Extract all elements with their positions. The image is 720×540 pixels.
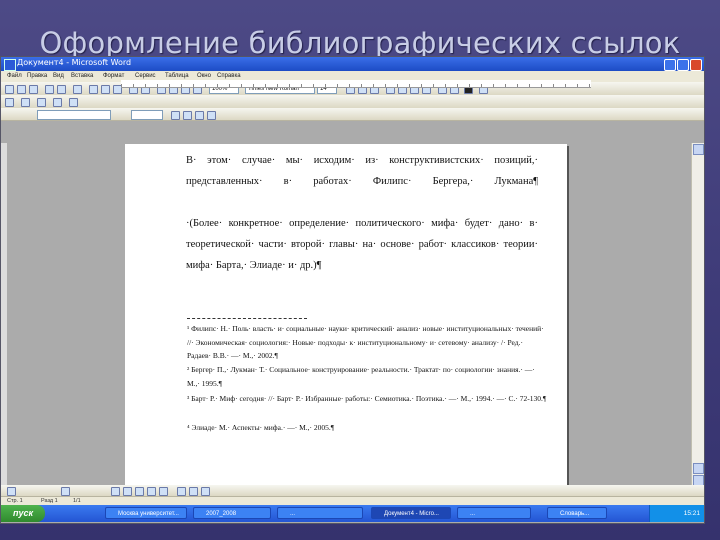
formatting-toolbar	[1, 95, 704, 109]
oval-icon[interactable]	[147, 487, 156, 496]
menu-help[interactable]: Справка	[217, 73, 241, 79]
cut-icon[interactable]	[89, 85, 98, 94]
line-color-icon[interactable]	[189, 487, 198, 496]
menu-tools[interactable]: Сервис	[135, 73, 156, 79]
comment-icon[interactable]	[207, 111, 216, 120]
task-word[interactable]: Документ4 - Micro...	[371, 507, 451, 519]
title-bar: Документ4 - Microsoft Word	[1, 57, 704, 71]
word-app-icon	[4, 59, 16, 71]
task-dictionary[interactable]: Словарь...	[547, 507, 607, 519]
slide-title: Оформление библиографических ссылок	[39, 26, 681, 60]
taskbar: пуск Москва университет... 2007_2008 ...…	[1, 505, 704, 522]
menu-insert[interactable]: Вставка	[71, 73, 93, 79]
menu-window[interactable]: Окно	[197, 73, 211, 79]
drawing-toolbar	[1, 485, 704, 496]
spelling-icon[interactable]	[73, 85, 82, 94]
review-zoom-combo[interactable]	[131, 110, 163, 120]
document-page[interactable]: В· этом· случае· мы· исходим· из· констр…	[125, 144, 567, 518]
task-folder[interactable]: 2007_2008	[193, 507, 271, 519]
vertical-ruler	[1, 143, 7, 513]
copy-icon[interactable]	[101, 85, 110, 94]
start-button[interactable]: пуск	[1, 505, 45, 522]
menu-format[interactable]: Формат	[103, 73, 124, 79]
system-tray-clock: 15:21	[649, 505, 704, 522]
line-icon[interactable]	[111, 487, 120, 496]
window-title: Документ4 - Microsoft Word	[17, 58, 132, 67]
status-pages: 1/1	[73, 498, 81, 504]
footnote-2: ² Бергер· П.,· Лукман· Т.· Социальное· к…	[187, 365, 535, 388]
arrow-icon[interactable]	[123, 487, 132, 496]
paragraph-1: В· этом· случае· мы· исходим· из· констр…	[186, 155, 538, 187]
scroll-down-icon[interactable]	[693, 463, 704, 474]
open-icon[interactable]	[17, 85, 26, 94]
draw-menu-icon[interactable]	[7, 487, 16, 496]
menu-table[interactable]: Таблица	[165, 73, 189, 79]
task-browser[interactable]: Москва университет...	[105, 507, 187, 519]
print-icon[interactable]	[45, 85, 54, 94]
menu-view[interactable]: Вид	[53, 73, 64, 79]
task-other[interactable]: ...	[277, 507, 363, 519]
textbox-icon[interactable]	[159, 487, 168, 496]
word-window: Документ4 - Microsoft Word Файл Правка В…	[0, 56, 705, 524]
indent-icon[interactable]	[21, 98, 30, 107]
menu-file[interactable]: Файл	[7, 73, 22, 79]
status-page: Стр. 1	[7, 498, 23, 504]
text-color-icon[interactable]	[201, 487, 210, 496]
preview-icon[interactable]	[57, 85, 66, 94]
footnote-1: ¹ Филипс· Н.· Поль· власть· и· социальны…	[187, 324, 544, 360]
footnote-4: ⁴ Элиаде· М.· Аспекты· мифа.· —· М.,· 20…	[187, 423, 335, 432]
close-button[interactable]	[690, 59, 702, 71]
review-display-combo[interactable]	[37, 110, 111, 120]
status-section: Разд 1	[41, 498, 58, 504]
reviewing-toolbar	[1, 108, 704, 121]
fill-color-icon[interactable]	[177, 487, 186, 496]
accept-change-icon[interactable]	[183, 111, 192, 120]
footnote-separator	[187, 318, 307, 319]
hyperlink-icon[interactable]	[69, 98, 78, 107]
footnote-3: ³ Барт· Р.· Миф· сегодня· //· Барт· Р.· …	[187, 394, 547, 403]
horizontal-ruler[interactable]	[121, 80, 591, 88]
new-document-icon[interactable]	[5, 85, 14, 94]
task-app[interactable]: ...	[457, 507, 531, 519]
vertical-scrollbar[interactable]	[691, 143, 704, 507]
outdent-icon[interactable]	[37, 98, 46, 107]
track-changes-icon[interactable]	[171, 111, 180, 120]
maximize-button[interactable]	[677, 59, 689, 71]
style-icon[interactable]	[5, 98, 14, 107]
menu-edit[interactable]: Правка	[27, 73, 47, 79]
save-icon[interactable]	[29, 85, 38, 94]
rectangle-icon[interactable]	[135, 487, 144, 496]
border-icon[interactable]	[53, 98, 62, 107]
scroll-up-icon[interactable]	[693, 144, 704, 155]
minimize-button[interactable]	[664, 59, 676, 71]
paragraph-2: ·(Более· конкретное· определение· полити…	[186, 218, 538, 271]
autoshapes-icon[interactable]	[61, 487, 70, 496]
reject-change-icon[interactable]	[195, 111, 204, 120]
